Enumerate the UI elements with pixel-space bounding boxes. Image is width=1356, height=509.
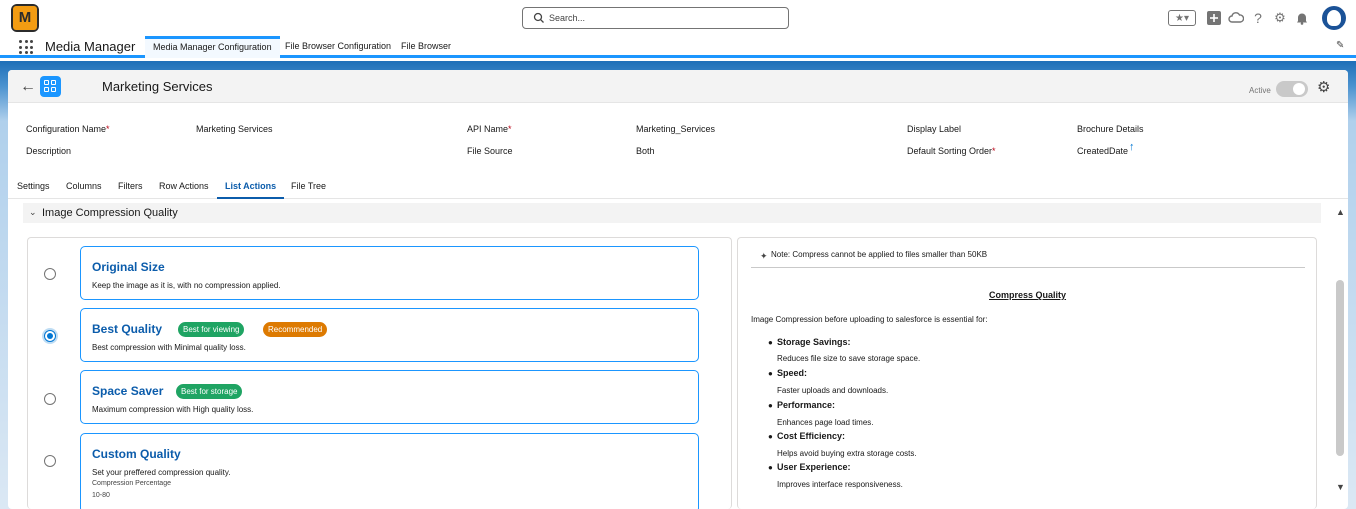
bullet-description: Enhances page load times. [777, 418, 874, 427]
bullet-heading: Cost Efficiency: [777, 431, 846, 441]
tab-file-tree[interactable]: File Tree [291, 181, 326, 199]
bullet-heading: Speed: [777, 368, 808, 378]
back-arrow-icon[interactable]: ← [20, 79, 36, 95]
chevron-down-icon: ⌄ [29, 207, 37, 217]
option-space-saver[interactable]: Space Saver Best for storage Maximum com… [80, 370, 699, 424]
cloud-icon[interactable] [1228, 10, 1244, 26]
radio-best-quality[interactable] [44, 330, 56, 342]
option-description: Maximum compression with High quality lo… [92, 405, 254, 414]
option-title: Best Quality [92, 322, 163, 336]
bullet-description: Reduces file size to save storage space. [777, 354, 921, 363]
scroll-down-icon[interactable]: ▼ [1336, 483, 1345, 492]
record-type-icon [40, 76, 61, 97]
app-logo[interactable]: M [11, 4, 39, 32]
config-tabs: Settings Columns Filters Row Actions Lis… [8, 177, 1348, 199]
question-icon[interactable]: ? [1250, 10, 1266, 26]
star-icon[interactable]: ★▾ [1168, 10, 1196, 26]
record-title: Marketing Services [102, 79, 213, 94]
option-title: Custom Quality [92, 447, 181, 461]
option-title: Space Saver [92, 384, 164, 398]
radio-custom-quality[interactable] [44, 455, 56, 467]
global-header: M ★▾ ? ⚙ [0, 0, 1356, 36]
bullet-description: Helps avoid buying extra storage costs. [777, 449, 917, 458]
radio-space-saver[interactable] [44, 393, 56, 405]
bullet: ● [768, 432, 773, 441]
radio-original-size[interactable] [44, 268, 56, 280]
compression-percentage-label: Compression Percentage [92, 480, 171, 487]
info-panel: ✦ Note: Compress cannot be applied to fi… [737, 237, 1317, 509]
tab-settings[interactable]: Settings [17, 181, 50, 199]
display-label-value: Brochure Details [1077, 124, 1144, 134]
api-name-label: API Name* [467, 124, 512, 134]
badge-best-for-storage: Best for storage [176, 384, 243, 399]
compress-quality-title: Compress Quality [989, 290, 1067, 300]
active-label: Active [1249, 86, 1271, 95]
file-source-label: File Source [467, 146, 513, 156]
tab-list-actions[interactable]: List Actions [217, 181, 285, 199]
nav-tab-file-browser-configuration[interactable]: File Browser Configuration [277, 36, 399, 58]
tab-row-actions[interactable]: Row Actions [159, 181, 209, 199]
api-name-value: Marketing_Services [636, 124, 716, 134]
note-text: Note: Compress cannot be applied to file… [771, 250, 988, 259]
compression-range: 10-80 [92, 492, 110, 499]
scrollbar-thumb[interactable] [1336, 280, 1344, 456]
global-search[interactable] [522, 7, 789, 29]
file-source-value: Both [636, 146, 655, 156]
divider [751, 267, 1305, 268]
app-name: Media Manager [45, 39, 136, 54]
option-description: Best compression with Minimal quality lo… [92, 343, 246, 352]
logo-mark: M [13, 6, 37, 30]
search-input[interactable] [549, 9, 785, 27]
bullet: ● [768, 463, 773, 472]
settings-gear-icon[interactable]: ⚙ [1317, 80, 1333, 96]
option-description: Set your preffered compression quality. [92, 468, 231, 477]
description-label: Description [26, 146, 72, 156]
bullet: ● [768, 338, 773, 347]
sorting-order-value: CreatedDate [1077, 146, 1129, 156]
config-name-label: Configuration Name* [26, 124, 110, 134]
bullet-description: Faster uploads and downloads. [777, 386, 889, 395]
bullet-heading: Storage Savings: [777, 337, 851, 347]
option-best-quality[interactable]: Best Quality Best for viewing Recommende… [80, 308, 699, 362]
tab-columns[interactable]: Columns [66, 181, 102, 199]
record-card: ← Marketing Services Active ⚙ Configurat… [8, 70, 1348, 509]
nav-tab-media-manager-configuration[interactable]: Media Manager Configuration [145, 36, 280, 58]
bullet: ● [768, 401, 773, 410]
app-navigation: Media Manager Media Manager Configuratio… [0, 36, 1356, 58]
badge-recommended: Recommended [263, 322, 328, 337]
scroll-up-icon[interactable]: ▲ [1336, 208, 1345, 217]
bullet-description: Improves interface responsiveness. [777, 480, 903, 489]
section-title: Image Compression Quality [42, 207, 178, 219]
badge-best-for-viewing: Best for viewing [178, 322, 245, 337]
sorting-order-label: Default Sorting Order* [907, 146, 996, 156]
display-label-label: Display Label [907, 124, 962, 134]
plus-icon[interactable] [1206, 10, 1222, 26]
section-header[interactable]: ⌄ Image Compression Quality [23, 203, 1321, 223]
sparkle-icon: ✦ [760, 251, 768, 261]
option-original-size[interactable]: Original Size Keep the image as it is, w… [80, 246, 699, 300]
tab-filters[interactable]: Filters [118, 181, 143, 199]
bullet-heading: User Experience: [777, 462, 851, 472]
option-custom-quality[interactable]: Custom Quality Set your preffered compre… [80, 433, 699, 509]
option-description: Keep the image as it is, with no compres… [92, 281, 281, 290]
active-toggle[interactable] [1276, 81, 1308, 97]
bullet: ● [768, 369, 773, 378]
arrow-up-icon[interactable]: ↑ [1129, 141, 1135, 153]
gear-icon[interactable]: ⚙ [1272, 10, 1288, 26]
bullet-heading: Performance: [777, 400, 836, 410]
scrollbar[interactable]: ▲ ▼ [1333, 203, 1348, 509]
bell-icon[interactable] [1294, 10, 1310, 26]
header-icons: ★▾ ? ⚙ [1168, 6, 1346, 30]
config-name-value: Marketing Services [196, 124, 273, 134]
app-launcher-icon[interactable] [19, 40, 33, 54]
compress-quality-intro: Image Compression before uploading to sa… [751, 315, 988, 324]
edit-nav-icon[interactable]: ✎ [1336, 41, 1346, 51]
compression-options-panel: Original Size Keep the image as it is, w… [27, 237, 732, 509]
search-icon [533, 12, 544, 23]
nav-tab-file-browser[interactable]: File Browser [393, 36, 459, 58]
avatar-icon[interactable] [1322, 6, 1346, 30]
option-title: Original Size [92, 260, 165, 274]
record-header: ← Marketing Services Active ⚙ [8, 70, 1348, 103]
